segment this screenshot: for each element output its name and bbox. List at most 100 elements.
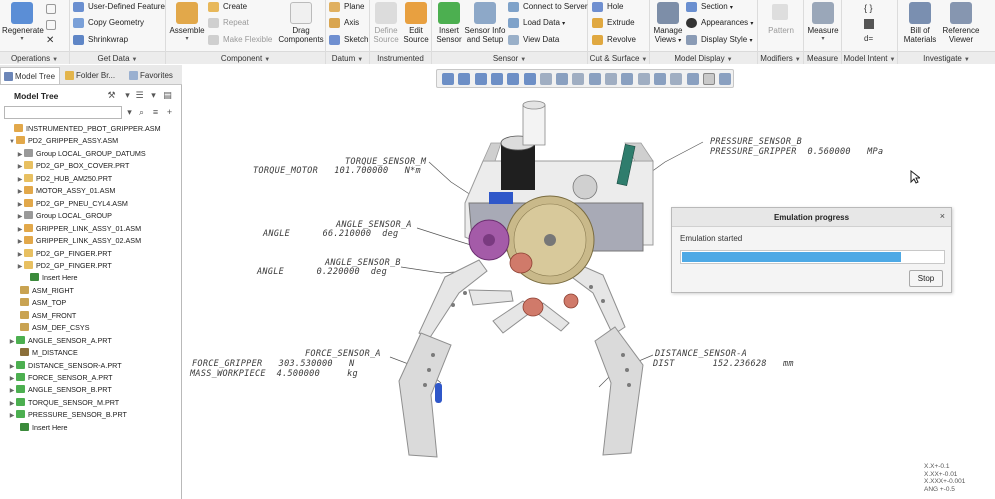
- extrude-button[interactable]: Extrude: [592, 16, 635, 30]
- tree-show-icon[interactable]: ▤: [162, 90, 173, 101]
- find-icon[interactable]: ⌕: [136, 107, 147, 118]
- edit-source-button[interactable]: Edit Source: [402, 2, 430, 44]
- tree-node[interactable]: ▶ ANGLE_SENSOR_B.PRT: [8, 384, 112, 396]
- display-style-button[interactable]: Display Style ▾: [686, 33, 753, 47]
- define-source-button[interactable]: Define Source: [372, 2, 400, 44]
- tree-node[interactable]: ASM_RIGHT: [12, 285, 74, 297]
- tree-node[interactable]: ▶ TORQUE_SENSOR_M.PRT: [8, 397, 119, 409]
- tree-node[interactable]: ▶ Group LOCAL_GROUP_DATUMS: [16, 148, 146, 160]
- tree-expand-icon[interactable]: ▶: [16, 186, 24, 198]
- parameters-icon[interactable]: [864, 19, 874, 29]
- axis-button[interactable]: Axis: [329, 16, 359, 30]
- tree-node[interactable]: M_DISTANCE: [12, 347, 78, 359]
- tree-node[interactable]: ▶ PD2_GP_PNEU_CYL4.ASM: [16, 198, 128, 210]
- tree-expand-icon[interactable]: ▶: [8, 410, 16, 422]
- user-defined-feature-button[interactable]: User-Defined Feature: [73, 0, 165, 14]
- bill-of-materials-button[interactable]: Bill of Materials: [900, 2, 940, 44]
- tab-favorites[interactable]: Favorites: [126, 67, 182, 84]
- tree-expand-icon[interactable]: ▶: [8, 398, 16, 410]
- search-dropdown-icon[interactable]: ▾: [124, 107, 135, 118]
- tree-expand-icon[interactable]: ▶: [16, 199, 24, 211]
- delete-icon[interactable]: ✕: [46, 35, 54, 46]
- relations-icon[interactable]: { }: [864, 3, 873, 13]
- tree-node[interactable]: ▶ PRESSURE_SENSOR_B.PRT: [8, 409, 127, 421]
- stop-button[interactable]: Stop: [909, 270, 943, 287]
- reference-viewer-button[interactable]: Reference Viewer: [940, 2, 982, 44]
- make-flexible-button[interactable]: Make Flexible: [208, 33, 272, 47]
- assemble-button[interactable]: Assemble ▾: [169, 2, 205, 44]
- tree-node[interactable]: Insert Here: [12, 422, 68, 434]
- measure-button[interactable]: Measure ▾: [806, 2, 840, 44]
- manage-views-button[interactable]: Manage Views ▾: [652, 2, 684, 46]
- tree-expand-icon[interactable]: ▶: [16, 224, 24, 236]
- tree-expand-icon[interactable]: ▶: [8, 373, 16, 385]
- group-label-cut-surface[interactable]: Cut & Surface ▼: [588, 51, 649, 64]
- group-label-model-intent[interactable]: Model Intent ▼: [842, 51, 897, 64]
- tree-expand-icon[interactable]: ▶: [16, 149, 24, 161]
- switch-dimensions-icon[interactable]: d=: [864, 34, 873, 43]
- tree-expand-icon[interactable]: ▼: [8, 136, 16, 148]
- repeat-button[interactable]: Repeat: [208, 16, 249, 30]
- view-data-button[interactable]: View Data: [508, 33, 559, 47]
- shrinkwrap-button[interactable]: Shrinkwrap: [73, 33, 128, 47]
- tree-expand-icon[interactable]: ▶: [16, 174, 24, 186]
- load-data-button[interactable]: Load Data ▾: [508, 16, 565, 30]
- sketch-button[interactable]: Sketch: [329, 33, 368, 47]
- tree-expand-icon[interactable]: ▶: [16, 161, 24, 173]
- plane-button[interactable]: Plane: [329, 0, 364, 14]
- group-label-modifiers[interactable]: Modifiers ▼: [758, 51, 803, 64]
- tree-expand-icon[interactable]: ▶: [16, 236, 24, 248]
- tree-expand-icon[interactable]: ▶: [16, 261, 24, 273]
- tree-node[interactable]: Insert Here: [22, 272, 78, 284]
- tree-node[interactable]: INSTRUMENTED_PBOT_GRIPPER.ASM: [6, 123, 161, 135]
- tree-node[interactable]: ▶ Group LOCAL_GROUP: [16, 210, 112, 222]
- add-icon[interactable]: +: [164, 107, 175, 118]
- tree-node[interactable]: ▶ GRIPPER_LINK_ASSY_02.ASM: [16, 235, 141, 247]
- tree-node[interactable]: ASM_TOP: [12, 297, 66, 309]
- regenerate-button[interactable]: Regenerate ▾: [2, 2, 44, 44]
- insert-sensor-button[interactable]: Insert Sensor: [434, 2, 464, 44]
- group-label-operations[interactable]: Operations ▼: [0, 51, 69, 64]
- tree-node[interactable]: ▶ GRIPPER_LINK_ASSY_01.ASM: [16, 223, 141, 235]
- tree-node[interactable]: ASM_DEF_CSYS: [12, 322, 90, 334]
- tree-dropdown-icon[interactable]: ▾: [122, 90, 133, 101]
- tree-node[interactable]: ▶ PD2_GP_FINGER.PRT: [16, 248, 112, 260]
- dialog-close-button[interactable]: ×: [940, 211, 945, 221]
- group-label-get-data[interactable]: Get Data ▼: [70, 51, 165, 64]
- create-button[interactable]: Create: [208, 0, 247, 14]
- group-label-investigate[interactable]: Investigate ▼: [898, 51, 995, 64]
- tree-expand-icon[interactable]: ▶: [8, 385, 16, 397]
- tree-node[interactable]: ▶ MOTOR_ASSY_01.ASM: [16, 185, 115, 197]
- hole-button[interactable]: Hole: [592, 0, 623, 14]
- drag-components-button[interactable]: Drag Components: [278, 2, 324, 44]
- tree-expand-icon[interactable]: ▶: [16, 211, 24, 223]
- tree-filter-dropdown-icon[interactable]: ▾: [148, 90, 159, 101]
- tree-settings-icon[interactable]: ⚒: [106, 90, 117, 101]
- filter-icon[interactable]: ≡: [150, 107, 161, 118]
- appearances-button[interactable]: Appearances ▾: [686, 16, 753, 30]
- connect-to-server-button[interactable]: Connect to Server: [508, 0, 587, 14]
- copy-icon[interactable]: [46, 4, 56, 14]
- group-label-component[interactable]: Component ▼: [166, 51, 325, 64]
- tree-node[interactable]: ASM_FRONT: [12, 310, 76, 322]
- pattern-button[interactable]: Pattern: [762, 26, 800, 35]
- tree-expand-icon[interactable]: ▶: [16, 249, 24, 261]
- paste-icon[interactable]: [46, 20, 56, 30]
- tree-node[interactable]: ▶ FORCE_SENSOR_A.PRT: [8, 372, 113, 384]
- tree-node[interactable]: ▶ PD2_GP_BOX_COVER.PRT: [16, 160, 129, 172]
- tree-node[interactable]: ▶ ANGLE_SENSOR_A.PRT: [8, 335, 112, 347]
- section-button[interactable]: Section ▾: [686, 0, 733, 14]
- group-label-datum[interactable]: Datum ▼: [326, 51, 369, 64]
- tree-node[interactable]: ▶ DISTANCE_SENSOR-A.PRT: [8, 360, 122, 372]
- group-label-sensor[interactable]: Sensor ▼: [432, 51, 587, 64]
- tab-model-tree[interactable]: Model Tree: [0, 67, 60, 84]
- tree-node[interactable]: ▼ PD2_GRIPPER_ASSY.ASM: [8, 135, 118, 147]
- tree-node[interactable]: ▶ PD2_GP_FINGER.PRT: [16, 260, 112, 272]
- tree-columns-icon[interactable]: ☰: [134, 90, 145, 101]
- tree-search-input[interactable]: [4, 106, 122, 119]
- tree-expand-icon[interactable]: ▶: [8, 336, 16, 348]
- group-label-model-display[interactable]: Model Display ▼: [650, 51, 757, 64]
- tree-expand-icon[interactable]: ▶: [8, 361, 16, 373]
- sensor-info-button[interactable]: Sensor Info and Setup: [464, 2, 506, 44]
- tab-folder-browser[interactable]: Folder Br...: [62, 67, 122, 84]
